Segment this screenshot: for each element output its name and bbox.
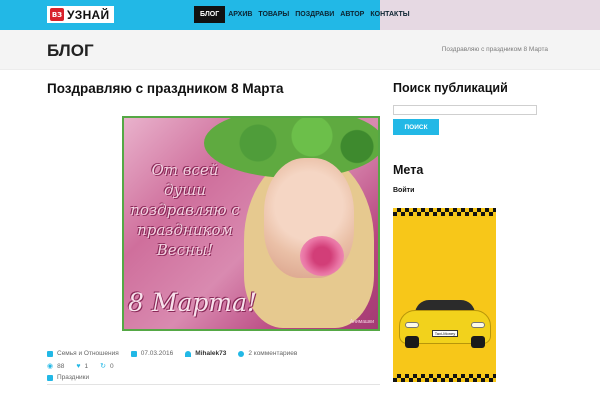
top-bar: ВЗ УЗНАЙ БЛОГ АРХИВ ТОВАРЫ ПОЗДРАВИ АВТО… [0,0,600,30]
post-shares-count: 0 [110,362,114,370]
car-plate: Taxi-Money [432,330,458,337]
post-divider [47,384,380,385]
logo-text: УЗНАЙ [67,7,110,22]
eye-icon: ◉ [47,363,54,370]
post-meta-row-2: ◉ 88 ♥ 1 ↻ 0 [47,362,126,371]
post-comments[interactable]: 2 комментариев [238,350,297,357]
image-greeting-text: От всей души поздравляю с праздником Вес… [130,161,240,259]
post-tag[interactable]: Праздники [47,374,89,381]
nav-item-blog[interactable]: БЛОГ [194,6,226,23]
comments-icon [238,350,245,357]
post-title[interactable]: Поздравляю с праздником 8 Марта [47,81,283,96]
calendar-icon [130,350,137,357]
logo-badge-icon: ВЗ [50,8,64,21]
search-input[interactable] [393,105,537,115]
tag-icon [47,374,53,381]
post-category-label: Семья и Отношения [57,350,119,357]
ad-checker-top [393,208,496,216]
nav-item-archive[interactable]: АРХИВ [225,6,255,23]
search-button[interactable]: ПОИСК [393,119,439,135]
nav-item-author[interactable]: АВТОР [337,6,367,23]
post-shares[interactable]: ↻ 0 [100,362,114,371]
taxi-car-icon: Taxi-Money [399,300,491,348]
user-icon [185,350,192,357]
post-comments-label: 2 комментариев [248,350,298,357]
post-views-count: 88 [57,362,65,370]
site-logo[interactable]: ВЗ УЗНАЙ [47,6,114,23]
main-nav: БЛОГ АРХИВ ТОВАРЫ ПОЗДРАВИ АВТОР КОНТАКТ… [194,6,413,23]
post-likes[interactable]: ♥ 1 [76,363,88,370]
post-tag-label: Праздники [57,374,90,381]
image-march-text: 8 Марта! [128,288,258,317]
car-headlight-right [471,322,485,328]
post-date: 07.03.2016 [130,350,174,357]
post-likes-count: 1 [84,362,89,370]
taxi-ad-banner[interactable]: Taxi-Money [393,208,496,382]
like-icon: ♥ [76,362,81,370]
post-meta-row-3: Праздники [47,374,101,381]
top-bar-right [380,0,600,30]
car-wheel-left [405,336,419,348]
page-title: БЛОГ [47,41,94,60]
car-headlight-left [405,322,419,328]
post-image: От всей души поздравляю с праздником Вес… [122,116,380,331]
post-views: ◉ 88 [47,362,65,371]
login-link[interactable]: Войти [393,187,414,194]
nav-item-contacts[interactable]: КОНТАКТЫ [367,6,412,23]
post-category[interactable]: Семья и Отношения [47,350,119,357]
nav-item-goods[interactable]: ТОВАРЫ [255,6,292,23]
breadcrumb: Поздравляю с праздником 8 Марта [441,46,548,53]
post-date-label: 07.03.2016 [140,350,174,357]
search-widget-title: Поиск публикаций [393,81,508,95]
image-watermark: Анимашки [349,319,374,325]
ad-checker-bottom [393,374,496,382]
post-author[interactable]: Mihalek73 [185,350,226,357]
folder-icon [47,350,53,357]
meta-widget-title: Мета [393,163,424,177]
image-rose [300,236,344,276]
page-header: БЛОГ Поздравляю с праздником 8 Марта [0,30,600,70]
share-icon: ↻ [100,363,106,370]
post-author-label: Mihalek73 [195,350,227,357]
car-wheel-right [471,336,485,348]
post-meta-row-1: Семья и Отношения 07.03.2016 Mihalek73 2… [47,350,309,357]
nav-item-congratulate[interactable]: ПОЗДРАВИ [292,6,337,23]
